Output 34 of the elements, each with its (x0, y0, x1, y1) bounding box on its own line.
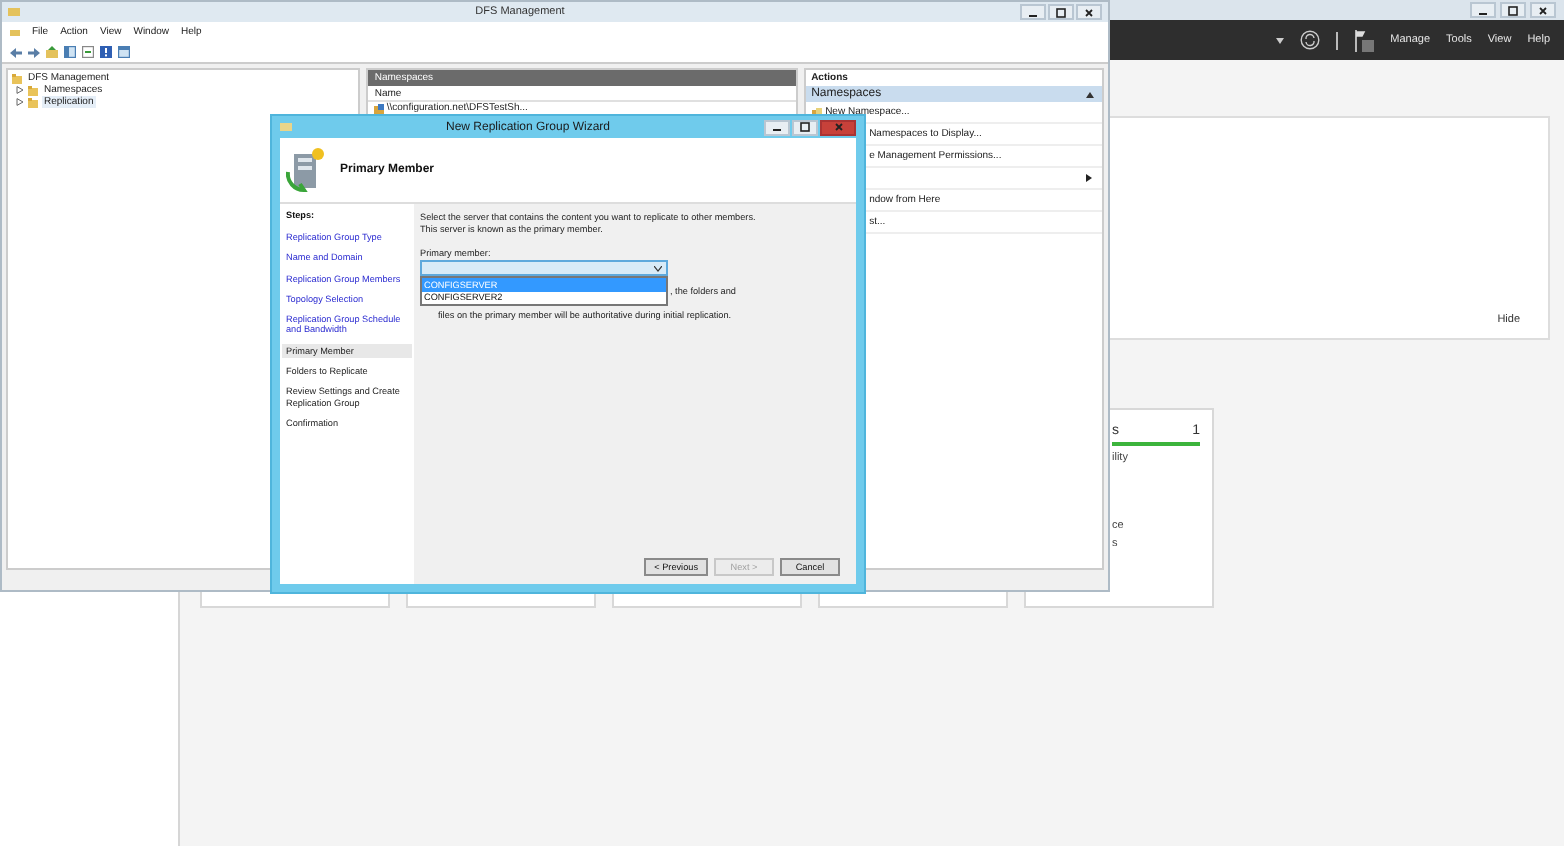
up-folder-icon[interactable] (46, 46, 58, 58)
close-button[interactable] (1530, 2, 1556, 18)
collapsed-arrow-icon[interactable] (16, 86, 24, 94)
collapse-icon[interactable] (1086, 91, 1094, 97)
caret-icon[interactable] (1276, 37, 1285, 43)
export-icon[interactable] (82, 46, 94, 58)
pane-icon[interactable] (118, 46, 130, 58)
close-button[interactable] (1076, 4, 1102, 20)
app-icon (280, 122, 292, 132)
server-replication-icon (286, 148, 326, 192)
close-icon (833, 122, 843, 132)
minimize-button[interactable] (1470, 2, 1496, 18)
help-icon[interactable] (100, 46, 112, 58)
maximize-button[interactable] (1048, 4, 1074, 20)
maximize-button[interactable] (792, 119, 818, 135)
refresh-icon[interactable] (1300, 30, 1321, 50)
caret-icon (654, 265, 662, 271)
close-icon (1084, 7, 1094, 17)
forward-icon[interactable] (28, 47, 40, 57)
maximize-icon (1508, 5, 1518, 15)
close-icon (1538, 5, 1548, 15)
pane-icon[interactable] (64, 46, 76, 58)
folder-icon (12, 73, 22, 83)
minimize-button[interactable] (764, 119, 790, 135)
maximize-button[interactable] (1500, 2, 1526, 18)
minimize-button[interactable] (1020, 4, 1046, 20)
back-icon[interactable] (10, 47, 22, 57)
maximize-icon (800, 122, 810, 132)
submenu-arrow-icon[interactable] (1086, 174, 1092, 182)
maximize-icon (1056, 7, 1066, 17)
collapsed-arrow-icon[interactable] (16, 98, 24, 106)
flag-icon[interactable] (1354, 29, 1375, 51)
close-button[interactable] (820, 119, 856, 135)
namespace-icon (374, 103, 385, 113)
